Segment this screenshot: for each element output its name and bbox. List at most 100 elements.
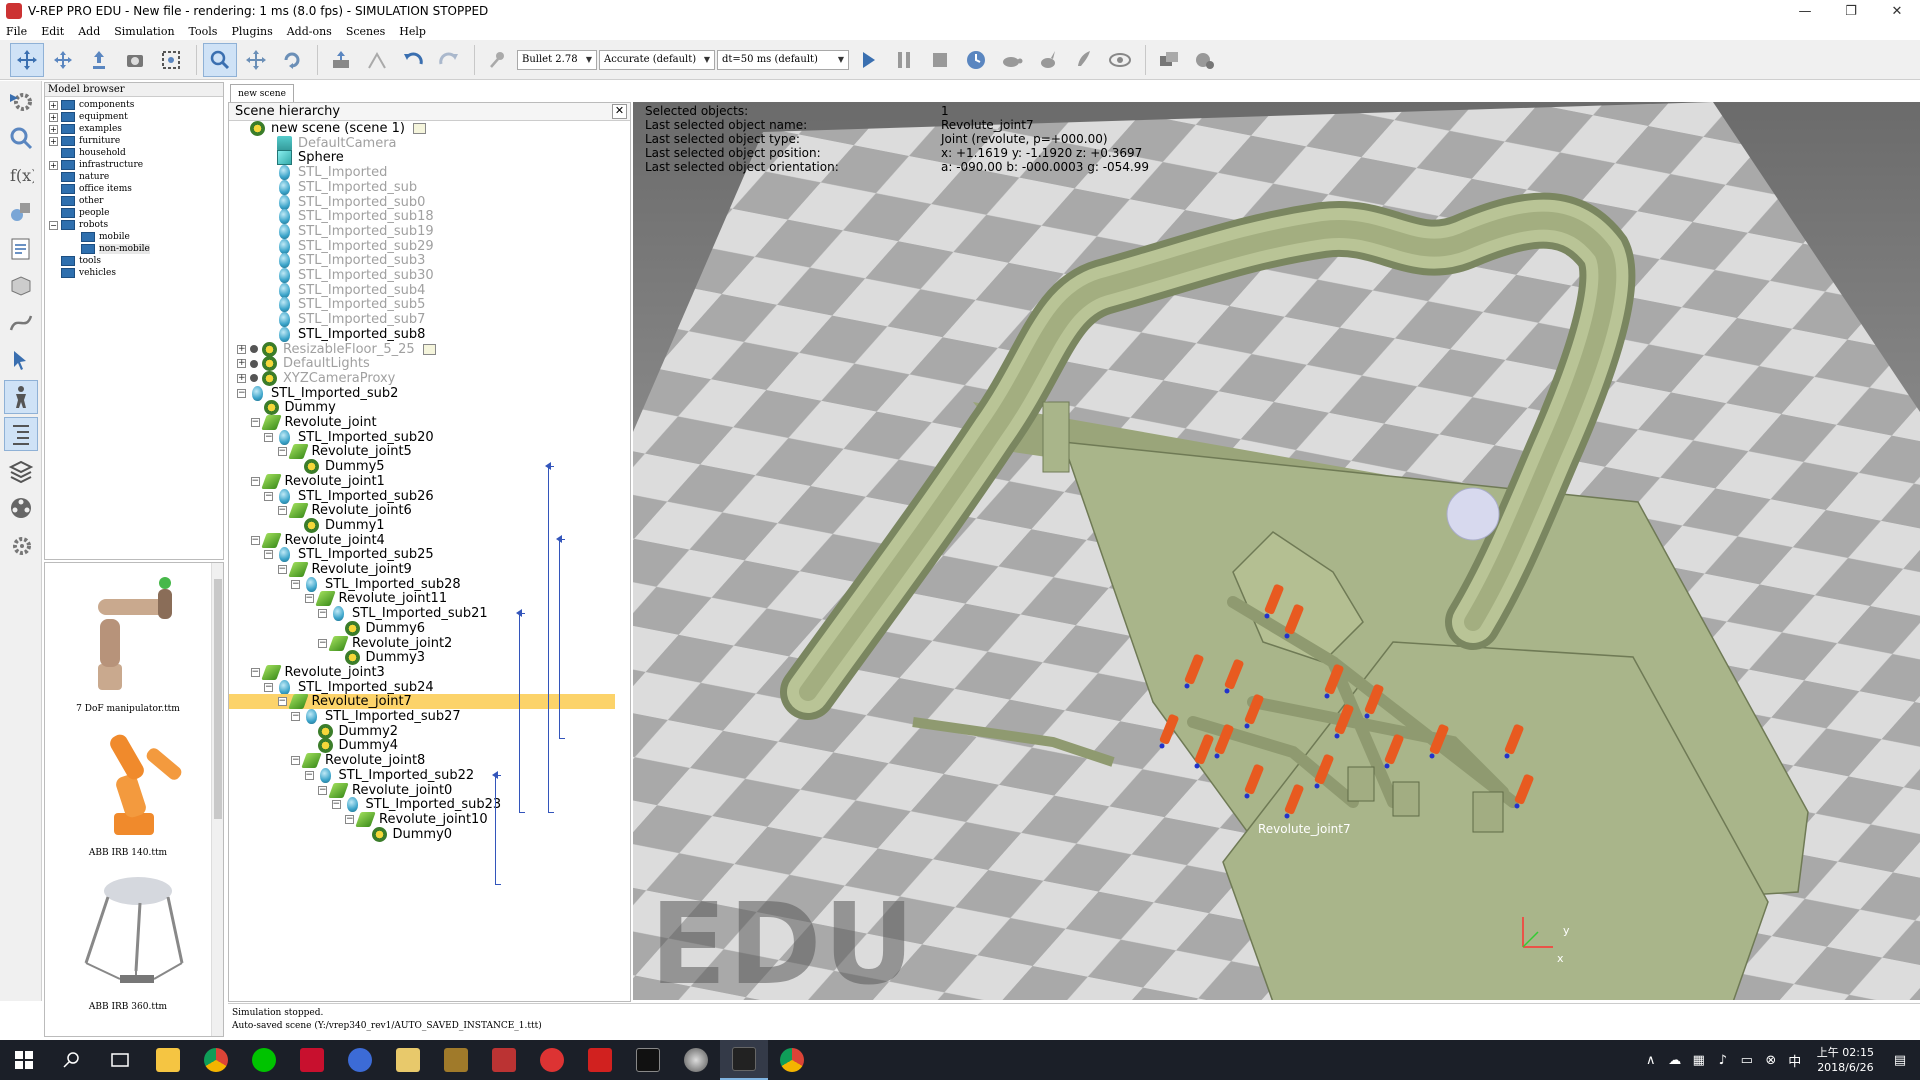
scripts-button[interactable] — [4, 232, 38, 266]
hierarchy-row[interactable]: Dummy5 — [229, 459, 615, 475]
taskbar-app-media[interactable] — [480, 1040, 528, 1080]
expand-toggle-icon[interactable]: + — [49, 100, 58, 110]
hierarchy-row[interactable]: − STL_Imported_sub27 — [229, 709, 615, 724]
model-folder-item[interactable]: other — [45, 195, 223, 207]
hierarchy-row[interactable]: Dummy1 — [229, 517, 615, 533]
hierarchy-row[interactable]: − STL_Imported_sub21 — [229, 606, 615, 622]
taskbar-app-notes[interactable] — [384, 1040, 432, 1080]
expand-toggle-icon[interactable]: − — [264, 491, 273, 501]
taskbar-clock[interactable]: 上午 02:15 2018/6/26 — [1817, 1045, 1874, 1075]
menu-help[interactable]: Help — [399, 25, 426, 38]
chevron-up-icon[interactable]: ∧ — [1639, 1053, 1663, 1068]
hierarchy-row[interactable]: STL_Imported_sub29 — [229, 238, 615, 254]
expand-toggle-icon[interactable]: − — [277, 565, 287, 574]
model-folder-item[interactable]: vehicles — [45, 267, 223, 279]
hierarchy-row[interactable]: Dummy6 — [229, 620, 615, 636]
model-folder-item[interactable]: tools — [45, 255, 223, 267]
timestep-select[interactable]: dt=50 ms (default) ▼ — [717, 49, 849, 70]
scene-hierarchy-button[interactable] — [4, 380, 38, 414]
model-thumbnail[interactable]: ABB IRB 360.ttm — [45, 867, 211, 1012]
close-circle-icon[interactable]: ⊗ — [1759, 1053, 1783, 1068]
model-thumbnail[interactable]: 7 DoF manipulator.ttm — [45, 569, 211, 714]
collections-button[interactable] — [4, 195, 38, 229]
hierarchy-row[interactable]: − STL_Imported_sub25 — [229, 547, 615, 563]
expand-toggle-icon[interactable]: + — [49, 124, 58, 134]
function-button[interactable]: f(x) — [4, 158, 38, 192]
object-rotate-button[interactable] — [275, 43, 309, 77]
path-edit-button[interactable] — [4, 306, 38, 340]
start-button[interactable] — [0, 1040, 48, 1080]
undo-button[interactable] — [396, 43, 430, 77]
hierarchy-row[interactable]: − STL_Imported_sub26 — [229, 488, 615, 504]
taskbar-app-nba[interactable] — [288, 1040, 336, 1080]
hierarchy-row[interactable]: − Revolute_joint10 — [229, 811, 615, 827]
expand-toggle-icon[interactable]: + — [237, 373, 246, 383]
menu-file[interactable]: File — [6, 25, 27, 38]
hierarchy-row[interactable]: STL_Imported_sub7 — [229, 312, 615, 328]
taskbar-app-solidworks[interactable] — [576, 1040, 624, 1080]
expand-toggle-icon[interactable]: + — [49, 136, 58, 146]
notification-icon[interactable]: ▤ — [1888, 1053, 1912, 1068]
expand-toggle-icon[interactable]: − — [264, 432, 273, 442]
hierarchy-row[interactable]: STL_Imported_sub — [229, 179, 615, 195]
hierarchy-row[interactable]: STL_Imported_sub3 — [229, 253, 615, 269]
stop-simulation-button[interactable] — [923, 43, 957, 77]
hierarchy-row[interactable]: − Revolute_joint3 — [229, 664, 615, 680]
search-button[interactable] — [48, 1040, 96, 1080]
expand-toggle-icon[interactable]: − — [264, 682, 273, 692]
hierarchy-row[interactable]: − Revolute_joint7 — [229, 694, 615, 710]
volume-icon[interactable]: ♪ — [1711, 1053, 1735, 1068]
page-selector-button[interactable] — [1188, 43, 1222, 77]
hierarchy-row[interactable]: + XYZCameraProxy — [229, 370, 615, 386]
network-icon[interactable]: ▦ — [1687, 1053, 1711, 1068]
hierarchy-row[interactable]: − Revolute_joint6 — [229, 503, 615, 519]
taskbar-app-sphere[interactable] — [672, 1040, 720, 1080]
dynamics-toggle-button[interactable] — [481, 43, 515, 77]
expand-toggle-icon[interactable]: − — [250, 667, 260, 677]
taskbar-app-game[interactable] — [432, 1040, 480, 1080]
task-view-button[interactable] — [96, 1040, 144, 1080]
expand-toggle-icon[interactable]: − — [291, 712, 300, 721]
menu-addons[interactable]: Add-ons — [287, 25, 332, 38]
expand-toggle-icon[interactable]: + — [49, 160, 58, 170]
scene-selector-button[interactable] — [1152, 43, 1186, 77]
display-icon[interactable]: ▭ — [1735, 1053, 1759, 1068]
expand-toggle-icon[interactable]: − — [250, 418, 260, 427]
hierarchy-row[interactable]: − Revolute_joint5 — [229, 444, 615, 460]
menu-scenes[interactable]: Scenes — [346, 25, 385, 38]
accuracy-select[interactable]: Accurate (default) ▼ — [599, 49, 715, 70]
expand-toggle-icon[interactable]: − — [250, 535, 260, 545]
close-icon[interactable]: ✕ — [612, 104, 627, 119]
model-folder-item[interactable]: mobile — [45, 231, 223, 243]
expand-toggle-icon[interactable]: − — [318, 609, 327, 619]
menu-plugins[interactable]: Plugins — [231, 25, 272, 38]
script-badge-icon[interactable] — [413, 123, 426, 134]
user-settings-button[interactable] — [4, 528, 38, 562]
redo-button[interactable] — [432, 43, 466, 77]
menu-add[interactable]: Add — [78, 25, 100, 38]
hierarchy-row[interactable]: STL_Imported_sub5 — [229, 297, 615, 313]
model-browser-button[interactable] — [4, 417, 38, 451]
expand-toggle-icon[interactable]: − — [250, 476, 260, 486]
model-folder-item[interactable]: non-mobile — [45, 243, 223, 255]
hierarchy-row[interactable]: Dummy2 — [229, 723, 615, 739]
taskbar-app-vrep[interactable] — [720, 1040, 768, 1080]
hierarchy-row[interactable]: − Revolute_joint1 — [229, 473, 615, 489]
layers-button[interactable] — [4, 454, 38, 488]
expand-toggle-icon[interactable]: − — [277, 447, 287, 457]
model-folder-item[interactable]: household — [45, 147, 223, 159]
expand-toggle-icon[interactable]: − — [237, 388, 246, 398]
expand-toggle-icon[interactable]: − — [291, 579, 300, 589]
expand-toggle-icon[interactable]: − — [318, 785, 327, 795]
model-folder-item[interactable]: office items — [45, 183, 223, 195]
taskbar-app-terminal[interactable] — [624, 1040, 672, 1080]
hierarchy-row[interactable]: − Revolute_joint — [229, 415, 615, 430]
expand-toggle-icon[interactable]: − — [331, 800, 341, 810]
taskbar-app-line[interactable] — [240, 1040, 288, 1080]
start-simulation-button[interactable] — [851, 43, 885, 77]
thumbnails-scrollbar[interactable] — [211, 563, 223, 1036]
script-badge-icon[interactable] — [422, 343, 436, 355]
taskbar-app-chrome[interactable] — [192, 1040, 240, 1080]
pause-simulation-button[interactable] — [887, 43, 921, 77]
hierarchy-row[interactable]: − STL_Imported_sub24 — [229, 679, 615, 695]
